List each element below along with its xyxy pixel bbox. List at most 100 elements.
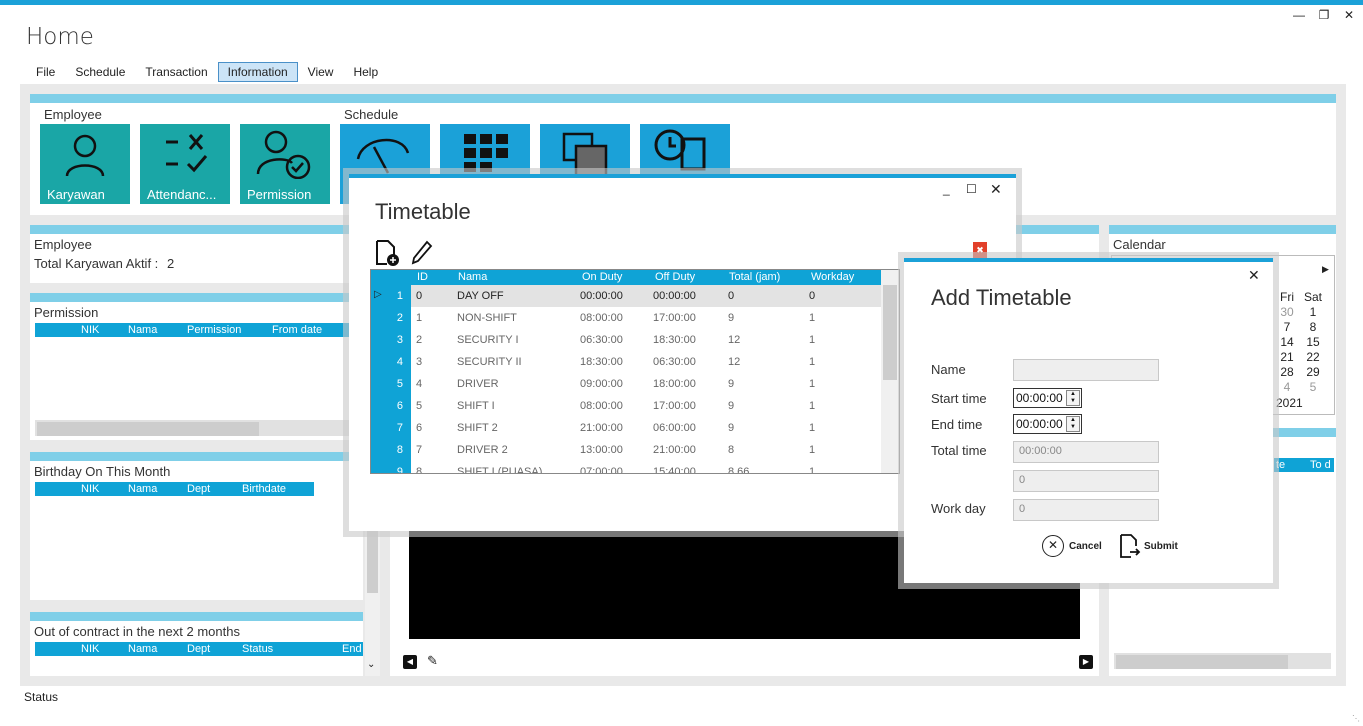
scroll-thumb[interactable] xyxy=(367,525,378,593)
prev-icon[interactable]: ◀ xyxy=(403,655,417,669)
cell-total: 9 xyxy=(728,400,735,412)
tile-attendance[interactable]: Attendanc... xyxy=(140,124,230,204)
col-off-duty[interactable]: Off Duty xyxy=(655,271,695,283)
delete-icon[interactable]: ✖ xyxy=(973,242,987,258)
cell-off: 21:00:00 xyxy=(653,444,696,456)
add-file-icon[interactable] xyxy=(374,240,400,269)
start-time-field[interactable]: 00:00:00 ▲ ▼ xyxy=(1013,388,1082,408)
table-row[interactable]: 3 SECURITY II 18:30:00 06:30:00 12 1 xyxy=(411,351,883,373)
tile-permission[interactable]: Permission xyxy=(240,124,330,204)
minimize-button[interactable]: — xyxy=(1290,8,1308,24)
scroll-thumb[interactable] xyxy=(37,422,259,436)
cal-date[interactable]: 30 xyxy=(1274,304,1300,319)
cal-date[interactable]: 5 xyxy=(1300,379,1326,394)
submit-button[interactable]: Submit xyxy=(1119,534,1178,558)
cell-id: 4 xyxy=(416,378,423,390)
chevron-down-icon[interactable]: ⌄ xyxy=(367,659,375,670)
col-nama[interactable]: Nama xyxy=(458,271,487,283)
table-row[interactable]: 0 DAY OFF 00:00:00 00:00:00 0 0 xyxy=(411,285,883,307)
row-number[interactable]: 2 xyxy=(371,307,411,329)
col-status[interactable]: Status xyxy=(242,643,273,655)
col-from-date[interactable]: From date xyxy=(272,324,322,336)
dialog-maximize-button[interactable]: ☐ xyxy=(966,182,977,196)
cell-wd: 1 xyxy=(809,400,816,412)
col-nik[interactable]: NIK xyxy=(81,643,99,655)
cal-date[interactable]: 8 xyxy=(1300,319,1326,334)
col-on-duty[interactable]: On Duty xyxy=(582,271,622,283)
row-number[interactable]: 3 xyxy=(371,329,411,351)
row-number[interactable]: 8 xyxy=(371,439,411,461)
start-time-spinner[interactable]: ▲ ▼ xyxy=(1066,390,1080,406)
col-nik[interactable]: NIK xyxy=(81,324,99,336)
work-day-field[interactable]: 0 xyxy=(1013,499,1159,521)
row-number[interactable]: 1 xyxy=(371,285,411,307)
col-total[interactable]: Total (jam) xyxy=(729,271,780,283)
permission-hscroll[interactable] xyxy=(35,420,363,436)
col-dept[interactable]: Dept xyxy=(187,483,210,495)
cal-date[interactable]: 4 xyxy=(1274,379,1300,394)
name-field[interactable] xyxy=(1013,359,1159,381)
table-row[interactable]: 1 NON-SHIFT 08:00:00 17:00:00 9 1 xyxy=(411,307,883,329)
row-number[interactable]: 4 xyxy=(371,351,411,373)
dialog-minimize-button[interactable]: _ xyxy=(943,182,950,196)
menu-file[interactable]: File xyxy=(30,62,65,82)
scroll-thumb[interactable] xyxy=(883,285,897,380)
cal-date[interactable]: 14 xyxy=(1274,334,1300,349)
menu-schedule[interactable]: Schedule xyxy=(65,62,135,82)
row-number[interactable]: 7 xyxy=(371,417,411,439)
menu-view[interactable]: View xyxy=(298,62,344,82)
col-nama[interactable]: Nama xyxy=(128,643,157,655)
cal-date[interactable]: 7 xyxy=(1274,319,1300,334)
col-birthdate[interactable]: Birthdate xyxy=(242,483,286,495)
cal-date[interactable]: 28 xyxy=(1274,364,1300,379)
resize-grip-icon[interactable]: ⋱ xyxy=(1352,714,1360,723)
edit-pencil-icon[interactable]: ✎ xyxy=(427,653,438,669)
right-hscroll[interactable] xyxy=(1114,653,1331,669)
scroll-thumb[interactable] xyxy=(1116,655,1288,669)
dialog-close-button[interactable]: ✕ xyxy=(990,181,1002,198)
cal-date[interactable]: 29 xyxy=(1300,364,1326,379)
next-icon[interactable]: ▶ xyxy=(1079,655,1093,669)
col-nama[interactable]: Nama xyxy=(128,324,157,336)
grid-vscroll[interactable] xyxy=(881,270,899,473)
col-nik[interactable]: NIK xyxy=(81,483,99,495)
edit-pencil-icon[interactable] xyxy=(411,240,433,269)
status-bar: Status xyxy=(24,690,59,704)
row-number[interactable]: 9 xyxy=(371,461,411,473)
col-workday[interactable]: Workday xyxy=(811,271,854,283)
col-end[interactable]: End xyxy=(342,643,362,655)
table-row[interactable]: 7 DRIVER 2 13:00:00 21:00:00 8 1 xyxy=(411,439,883,461)
table-row[interactable]: 6 SHIFT 2 21:00:00 06:00:00 9 1 xyxy=(411,417,883,439)
calendar-next-icon[interactable]: ▶ xyxy=(1322,264,1329,275)
row-number[interactable]: 5 xyxy=(371,373,411,395)
end-time-spinner[interactable]: ▲ ▼ xyxy=(1066,416,1080,432)
section-schedule-label: Schedule xyxy=(344,107,399,122)
menu-information[interactable]: Information xyxy=(217,62,298,82)
table-row[interactable]: 8 SHIFT I (PUASA) 07:00:00 15:40:00 8.66 1 xyxy=(411,461,883,474)
row-number[interactable]: 6 xyxy=(371,395,411,417)
cal-date[interactable]: 15 xyxy=(1300,334,1326,349)
table-row[interactable]: 5 SHIFT I 08:00:00 17:00:00 9 1 xyxy=(411,395,883,417)
col-to-date[interactable]: To d xyxy=(1310,459,1331,471)
cell-on: 07:00:00 xyxy=(580,466,623,474)
table-row[interactable]: 4 DRIVER 09:00:00 18:00:00 9 1 xyxy=(411,373,883,395)
cal-date[interactable]: 1 xyxy=(1300,304,1326,319)
col-dept[interactable]: Dept xyxy=(187,643,210,655)
col-nama[interactable]: Nama xyxy=(128,483,157,495)
menu-help[interactable]: Help xyxy=(343,62,388,82)
cal-date[interactable]: 22 xyxy=(1300,349,1326,364)
cal-date[interactable]: 21 xyxy=(1274,349,1300,364)
end-time-field[interactable]: 00:00:00 ▲ ▼ xyxy=(1013,414,1082,434)
tile-karyawan[interactable]: Karyawan xyxy=(40,124,130,204)
dialog-close-button[interactable]: ✕ xyxy=(1248,267,1260,284)
col-permission[interactable]: Permission xyxy=(187,324,241,336)
menu-transaction[interactable]: Transaction xyxy=(135,62,217,82)
col-date[interactable]: te xyxy=(1276,459,1285,471)
cancel-button[interactable]: ✕ Cancel xyxy=(1042,534,1102,558)
col-id[interactable]: ID xyxy=(417,271,428,283)
cell-total: 9 xyxy=(728,378,735,390)
restore-button[interactable]: ❐ xyxy=(1315,8,1333,24)
dialog-accent xyxy=(349,174,1016,178)
close-button[interactable]: ✕ xyxy=(1340,8,1358,24)
table-row[interactable]: 2 SECURITY I 06:30:00 18:30:00 12 1 xyxy=(411,329,883,351)
